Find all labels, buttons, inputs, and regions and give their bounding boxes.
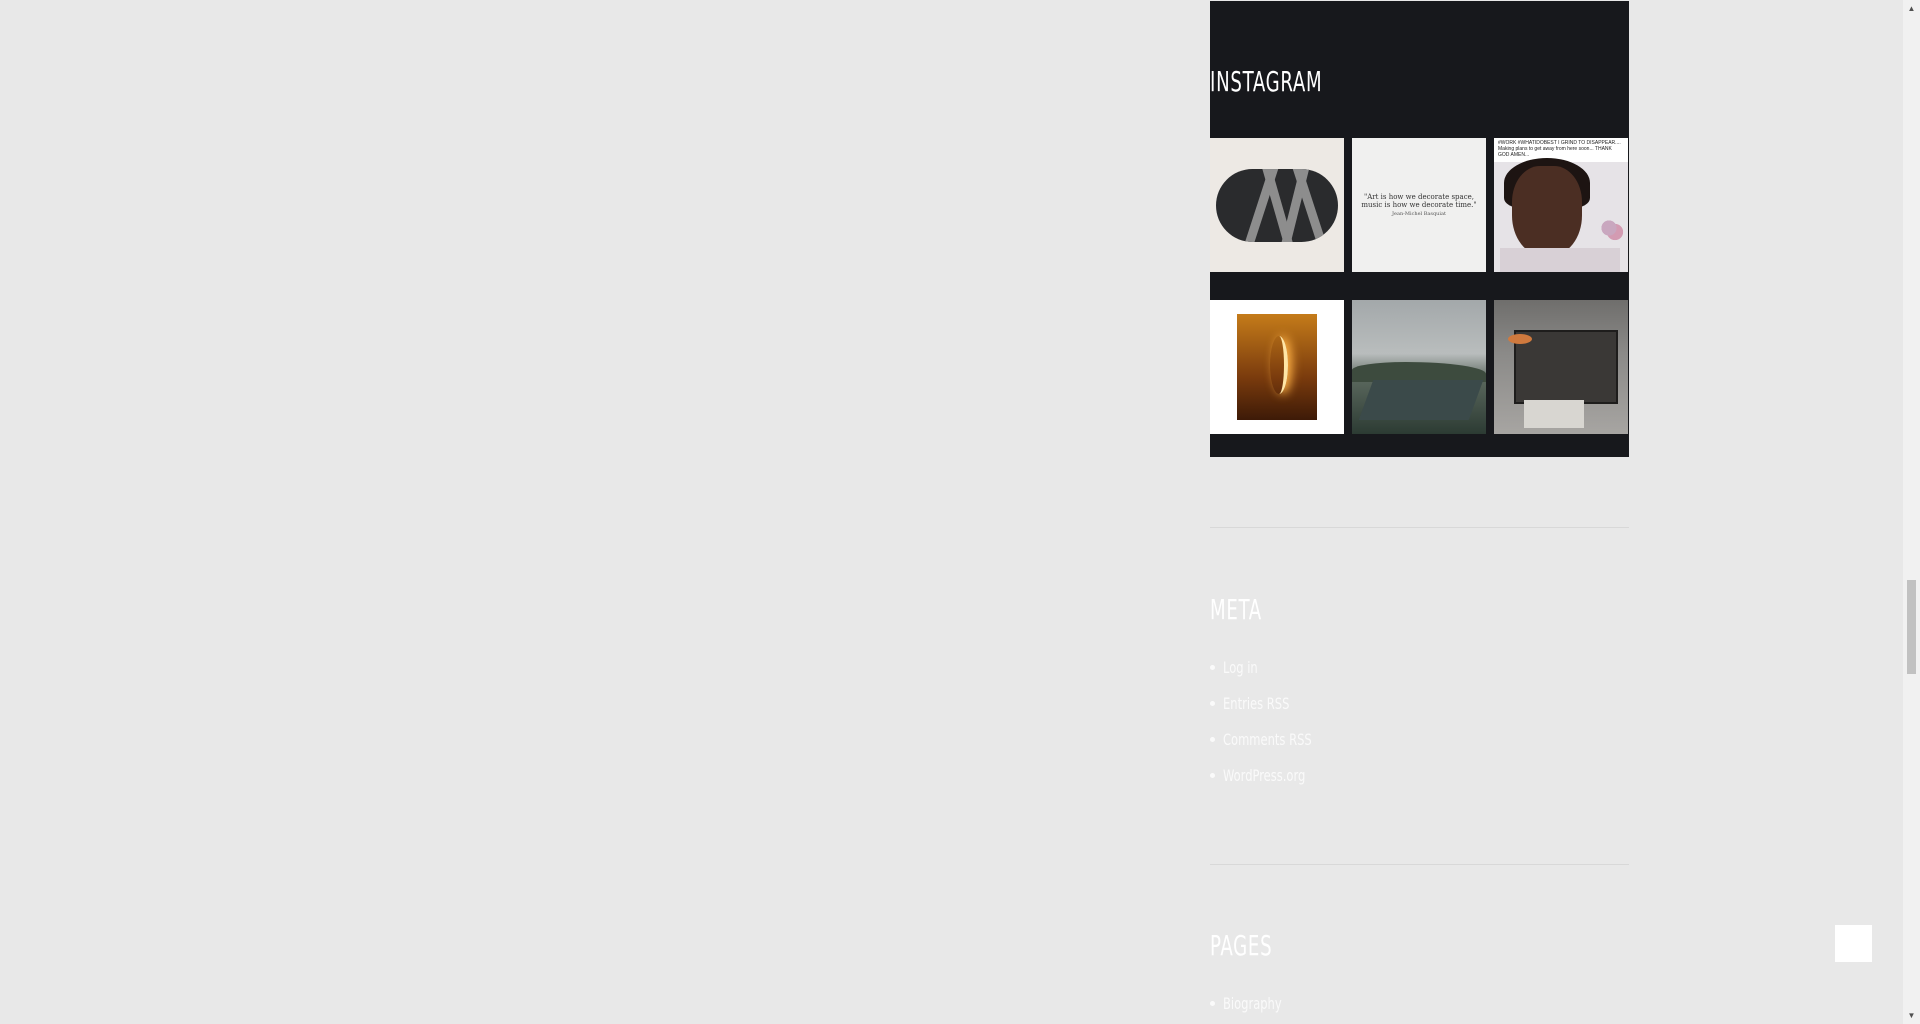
meta-title: META bbox=[1210, 593, 1262, 626]
quote-line-1: "Art is how we decorate space, bbox=[1363, 193, 1474, 201]
instagram-widget: INSTAGRAM "Art is how we decorate space,… bbox=[1210, 1, 1629, 457]
vertical-scrollbar[interactable]: ▲ ▼ bbox=[1903, 0, 1920, 1024]
instagram-title: INSTAGRAM bbox=[1210, 65, 1323, 98]
bullet-icon bbox=[1210, 1000, 1215, 1006]
bullet-icon bbox=[1210, 736, 1215, 742]
widget-divider bbox=[1210, 864, 1629, 865]
meta-links: Log in Entries RSS Comments RSS WordPres… bbox=[1210, 649, 1629, 793]
meta-link-entries-rss[interactable]: Entries RSS bbox=[1210, 685, 1629, 721]
instagram-post[interactable] bbox=[1210, 300, 1344, 434]
quote-author: Jean-Michel Basquiat bbox=[1392, 211, 1446, 217]
instagram-post[interactable] bbox=[1494, 300, 1628, 434]
post-caption: #WORK #WHATIDOBEST I GRIND TO DISAPPEAR.… bbox=[1498, 140, 1621, 158]
instagram-post[interactable] bbox=[1352, 300, 1486, 434]
bullet-icon bbox=[1210, 772, 1215, 778]
pages-title: PAGES bbox=[1210, 929, 1273, 962]
instagram-post[interactable]: #WORK #WHATIDOBEST I GRIND TO DISAPPEAR.… bbox=[1494, 138, 1628, 272]
instagram-post[interactable]: "Art is how we decorate space, music is … bbox=[1352, 138, 1486, 272]
triangle-down-icon[interactable]: ▼ bbox=[1903, 1007, 1920, 1024]
instagram-grid: "Art is how we decorate space, music is … bbox=[1210, 138, 1629, 434]
sidebar: INSTAGRAM "Art is how we decorate space,… bbox=[1210, 0, 1629, 1013]
meta-link-login[interactable]: Log in bbox=[1210, 649, 1629, 685]
back-to-top-button[interactable] bbox=[1835, 925, 1872, 962]
pages-links: Biography bbox=[1210, 985, 1629, 1021]
scrollbar-thumb[interactable] bbox=[1907, 580, 1916, 674]
meta-widget: META Log in Entries RSS Comments RSS Wor… bbox=[1210, 593, 1629, 793]
oval-artwork bbox=[1216, 169, 1338, 242]
bullet-icon bbox=[1210, 700, 1215, 706]
meta-link-wordpress[interactable]: WordPress.org bbox=[1210, 757, 1629, 793]
page-link-biography[interactable]: Biography bbox=[1210, 985, 1629, 1021]
quote-line-2: music is how we decorate time." bbox=[1361, 201, 1477, 209]
triangle-up-icon[interactable]: ▲ bbox=[1903, 0, 1920, 17]
instagram-post[interactable] bbox=[1210, 138, 1344, 272]
meta-link-comments-rss[interactable]: Comments RSS bbox=[1210, 721, 1629, 757]
widget-divider bbox=[1210, 527, 1629, 528]
pages-widget: PAGES Biography bbox=[1210, 929, 1629, 1021]
bullet-icon bbox=[1210, 664, 1215, 670]
